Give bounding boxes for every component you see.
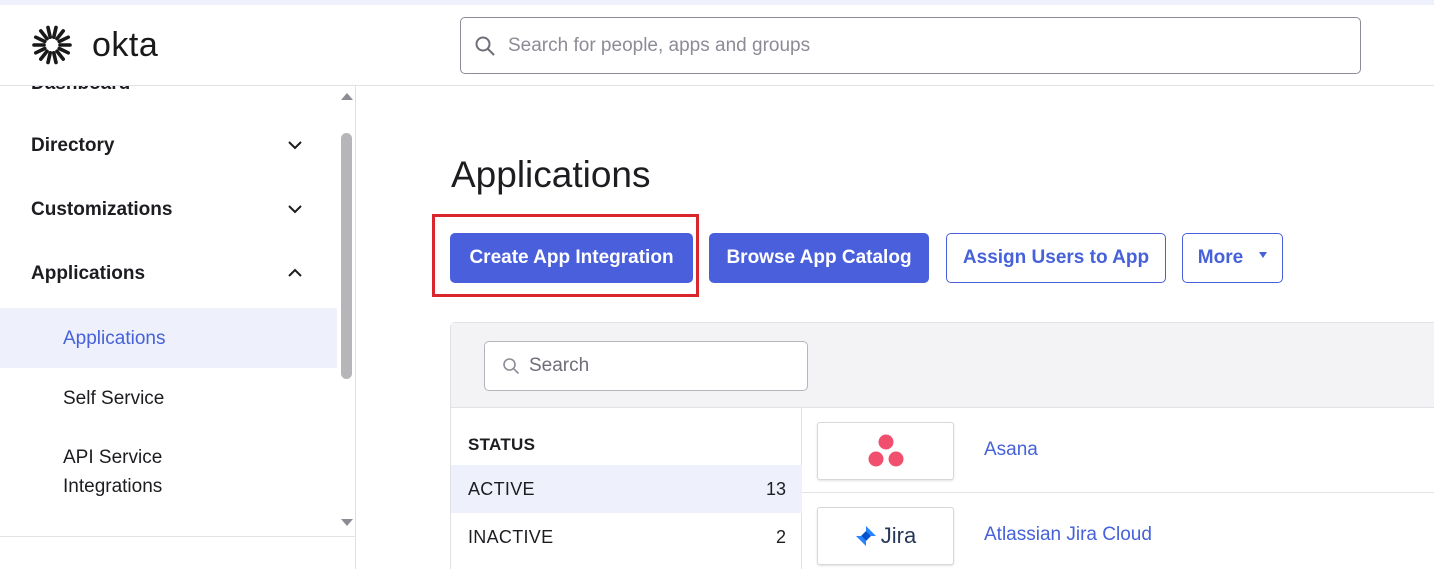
sidebar: Dashboard Directory Customizations Appli… xyxy=(0,86,356,569)
applications-panel: STATUS ACTIVE 13 INACTIVE 2 Asana J xyxy=(450,322,1434,569)
sidebar-section-applications[interactable]: Applications xyxy=(0,254,337,294)
status-filter-active[interactable]: ACTIVE 13 xyxy=(451,465,802,513)
caret-down-icon xyxy=(1259,252,1268,258)
sidebar-section-label: Customizations xyxy=(31,199,173,220)
status-filter: STATUS ACTIVE 13 INACTIVE 2 xyxy=(451,408,802,569)
status-label: INACTIVE xyxy=(468,526,554,547)
status-label: ACTIVE xyxy=(468,478,535,499)
sidebar-section-customizations[interactable]: Customizations xyxy=(0,190,337,230)
more-button-label: More xyxy=(1197,247,1244,268)
app-list-search-input[interactable] xyxy=(529,355,799,377)
page-title: Applications xyxy=(451,154,651,195)
sunburst-ray xyxy=(46,25,53,39)
sunburst-ray xyxy=(38,49,49,61)
app-row: Asana xyxy=(802,408,1434,493)
app-link-atlassian-jira-cloud[interactable]: Atlassian Jira Cloud xyxy=(984,524,1152,546)
sidebar-item-applications[interactable]: Applications xyxy=(0,308,337,368)
scroll-down-arrow-icon[interactable] xyxy=(341,519,353,526)
sunburst-ray xyxy=(51,51,58,65)
sunburst-ray xyxy=(33,46,47,55)
sunburst-ray xyxy=(55,29,66,41)
more-dropdown-button[interactable]: More xyxy=(1182,233,1283,283)
jira-mark-icon xyxy=(855,526,876,546)
chevron-down-icon xyxy=(288,141,302,150)
sidebar-nav: Dashboard Directory Customizations Appli… xyxy=(0,86,337,536)
asana-logo-icon[interactable] xyxy=(817,422,954,480)
sunburst-ray xyxy=(46,51,53,65)
sunburst-ray xyxy=(55,49,66,61)
sidebar-scrollbar[interactable] xyxy=(337,86,355,536)
sidebar-section-label: Directory xyxy=(31,135,115,156)
sunburst-ray xyxy=(51,25,58,39)
sidebar-item-self-service[interactable]: Self Service xyxy=(0,368,337,428)
search-icon xyxy=(503,358,519,374)
top-header: okta xyxy=(0,5,1434,86)
asana-logo-icon-graphic xyxy=(868,434,903,467)
sidebar-item-label: Self Service xyxy=(63,387,165,409)
create-app-integration-button[interactable]: Create App Integration xyxy=(450,233,693,283)
sunburst-ray xyxy=(57,35,71,44)
status-count: 13 xyxy=(765,478,786,499)
jira-logo-text: Jira xyxy=(880,523,917,548)
chevron-down-icon xyxy=(288,205,302,214)
sidebar-item-api-service-integrations[interactable]: API Service Integrations xyxy=(0,442,337,502)
app-row: Jira Atlassian Jira Cloud xyxy=(802,493,1434,569)
sunburst-ray xyxy=(33,35,47,44)
status-heading: STATUS xyxy=(468,435,536,454)
chevron-up-icon xyxy=(288,268,302,277)
jira-logo-icon[interactable]: Jira xyxy=(817,507,954,565)
sidebar-item-dashboard[interactable]: Dashboard xyxy=(31,86,130,95)
okta-logo[interactable]: okta xyxy=(30,24,158,66)
sidebar-item-label: Applications xyxy=(63,327,166,349)
panel-toolbar xyxy=(451,323,1434,408)
search-icon xyxy=(475,36,495,55)
sunburst-ray xyxy=(38,29,49,41)
sidebar-section-directory[interactable]: Directory xyxy=(0,126,337,166)
sidebar-item-label: API Service Integrations xyxy=(63,447,163,497)
global-search-input[interactable] xyxy=(508,34,1328,57)
sidebar-divider xyxy=(0,536,355,537)
app-link-asana[interactable]: Asana xyxy=(984,439,1038,461)
scroll-up-arrow-icon[interactable] xyxy=(341,93,353,100)
okta-sunburst-icon xyxy=(32,25,72,65)
global-search[interactable] xyxy=(460,17,1361,74)
browse-app-catalog-button[interactable]: Browse App Catalog xyxy=(709,233,929,283)
okta-wordmark: okta xyxy=(92,26,159,64)
sunburst-ray xyxy=(57,46,71,55)
assign-users-to-app-button[interactable]: Assign Users to App xyxy=(946,233,1166,283)
scrollbar-thumb[interactable] xyxy=(341,133,352,379)
app-list-search[interactable] xyxy=(484,341,808,391)
status-count: 2 xyxy=(775,526,786,547)
sidebar-section-label: Applications xyxy=(31,263,146,284)
status-filter-inactive[interactable]: INACTIVE 2 xyxy=(451,513,802,561)
